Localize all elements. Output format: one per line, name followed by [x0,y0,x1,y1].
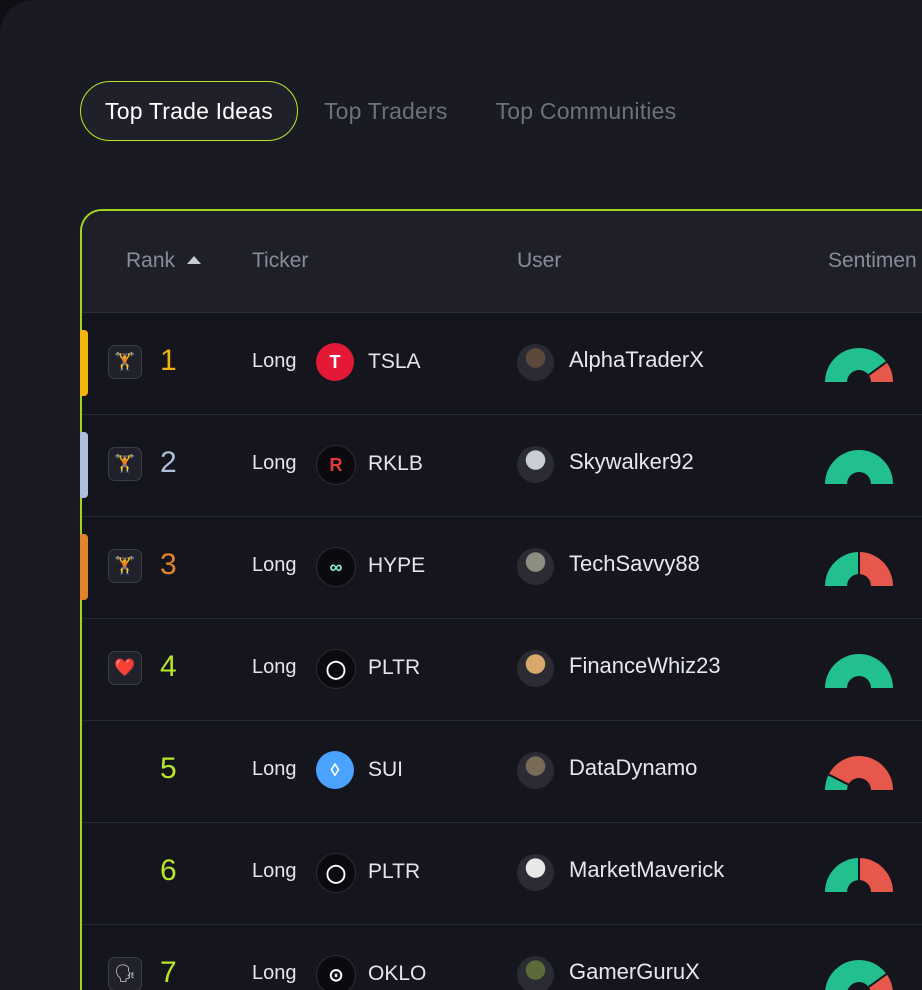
badge-icon: 🏋 [108,447,142,481]
rank-number: 5 [160,752,177,785]
sentiment-gauge [825,552,893,586]
user-avatar[interactable] [517,344,554,381]
trade-direction: Long [252,554,297,576]
sui-logo-icon: ◊ [316,751,354,789]
badge-icon: 🗣 [108,957,142,990]
sentiment-gauge [825,450,893,484]
rank-header-label: Rank [126,249,176,272]
table-row[interactable]: 🏋 1 Long T TSLA AlphaTraderX [80,312,922,415]
hyperliquid-logo-icon: ∞ [316,547,356,587]
bullish-segment [825,858,859,892]
sentiment-gauge [825,654,893,688]
trade-ideas-table: Rank Ticker User Sentimen 🏋 1 Long T TSLA Alp… [80,209,922,990]
ticker-symbol[interactable]: PLTR [368,860,420,884]
rank-number: 7 [160,956,177,989]
trade-direction: Long [252,860,297,882]
user-avatar[interactable] [517,650,554,687]
badge-icon: 🏋 [108,345,142,379]
leaderboard-panel: Top Trade Ideas Top Traders Top Communit… [0,0,922,990]
oklo-logo-icon: ⊙ [316,955,356,990]
ticker-header[interactable]: Ticker [252,249,308,273]
rank-number: 1 [160,344,177,377]
user-avatar[interactable] [517,752,554,789]
table-header: Rank Ticker User Sentimen [82,211,922,313]
badge-icon: 🏋 [108,549,142,583]
rank-number: 2 [160,446,177,479]
rank-number: 6 [160,854,177,887]
user-avatar[interactable] [517,548,554,585]
table-row[interactable]: 🏋 3 Long ∞ HYPE TechSavvy88 [80,516,922,619]
trade-direction: Long [252,350,297,372]
username-link[interactable]: AlphaTraderX [569,347,704,373]
tab-top-traders[interactable]: Top Traders [300,82,472,140]
table-row[interactable]: 🗣 7 Long ⊙ OKLO GamerGuruX [82,924,922,990]
bearish-segment [859,858,893,892]
ticker-symbol[interactable]: OKLO [368,962,426,986]
ticker-symbol[interactable]: HYPE [368,554,425,578]
sentiment-gauge [825,756,893,790]
tab-top-communities[interactable]: Top Communities [472,82,701,140]
bullish-segment [825,552,859,586]
trade-direction: Long [252,962,297,984]
username-link[interactable]: GamerGuruX [569,959,700,985]
trade-direction: Long [252,656,297,678]
sort-ascending-icon [187,256,202,264]
palantir-logo-icon: ◯ [316,649,356,689]
trade-direction: Long [252,758,297,780]
table-row[interactable]: ❤️ 4 Long ◯ PLTR FinanceWhiz23 [82,618,922,721]
rank-number: 4 [160,650,177,683]
rank-stripe [80,534,88,600]
ticker-symbol[interactable]: PLTR [368,656,420,680]
user-header[interactable]: User [517,249,561,273]
username-link[interactable]: Skywalker92 [569,449,694,475]
bullish-segment [825,654,893,688]
trade-direction: Long [252,452,297,474]
bullish-segment [825,450,893,484]
ticker-symbol[interactable]: SUI [368,758,403,782]
sentiment-header[interactable]: Sentimen [828,249,917,273]
username-link[interactable]: TechSavvy88 [569,551,700,577]
rank-stripe [80,330,88,396]
palantir-logo-icon: ◯ [316,853,356,893]
rank-header[interactable]: Rank [126,249,202,273]
tab-top-trade-ideas[interactable]: Top Trade Ideas [80,81,298,141]
user-avatar[interactable] [517,956,554,990]
rank-number: 3 [160,548,177,581]
sentiment-gauge [825,960,893,990]
user-avatar[interactable] [517,446,554,483]
table-row[interactable]: 🏋 2 Long R RKLB Skywalker92 [80,414,922,517]
ticker-symbol[interactable]: RKLB [368,452,423,476]
tab-bar: Top Trade Ideas Top Traders Top Communit… [80,80,700,142]
badge-icon: ❤️ [108,651,142,685]
user-avatar[interactable] [517,854,554,891]
username-link[interactable]: DataDynamo [569,755,697,781]
username-link[interactable]: FinanceWhiz23 [569,653,721,679]
table-row[interactable]: 5 Long ◊ SUI DataDynamo [82,720,922,823]
table-row[interactable]: 6 Long ◯ PLTR MarketMaverick [82,822,922,925]
sentiment-gauge [825,858,893,892]
sentiment-gauge [825,348,893,382]
rocketlab-logo-icon: R [316,445,356,485]
username-link[interactable]: MarketMaverick [569,857,724,883]
ticker-symbol[interactable]: TSLA [368,350,421,374]
rank-stripe [80,432,88,498]
tesla-logo-icon: T [316,343,354,381]
bearish-segment [859,552,893,586]
